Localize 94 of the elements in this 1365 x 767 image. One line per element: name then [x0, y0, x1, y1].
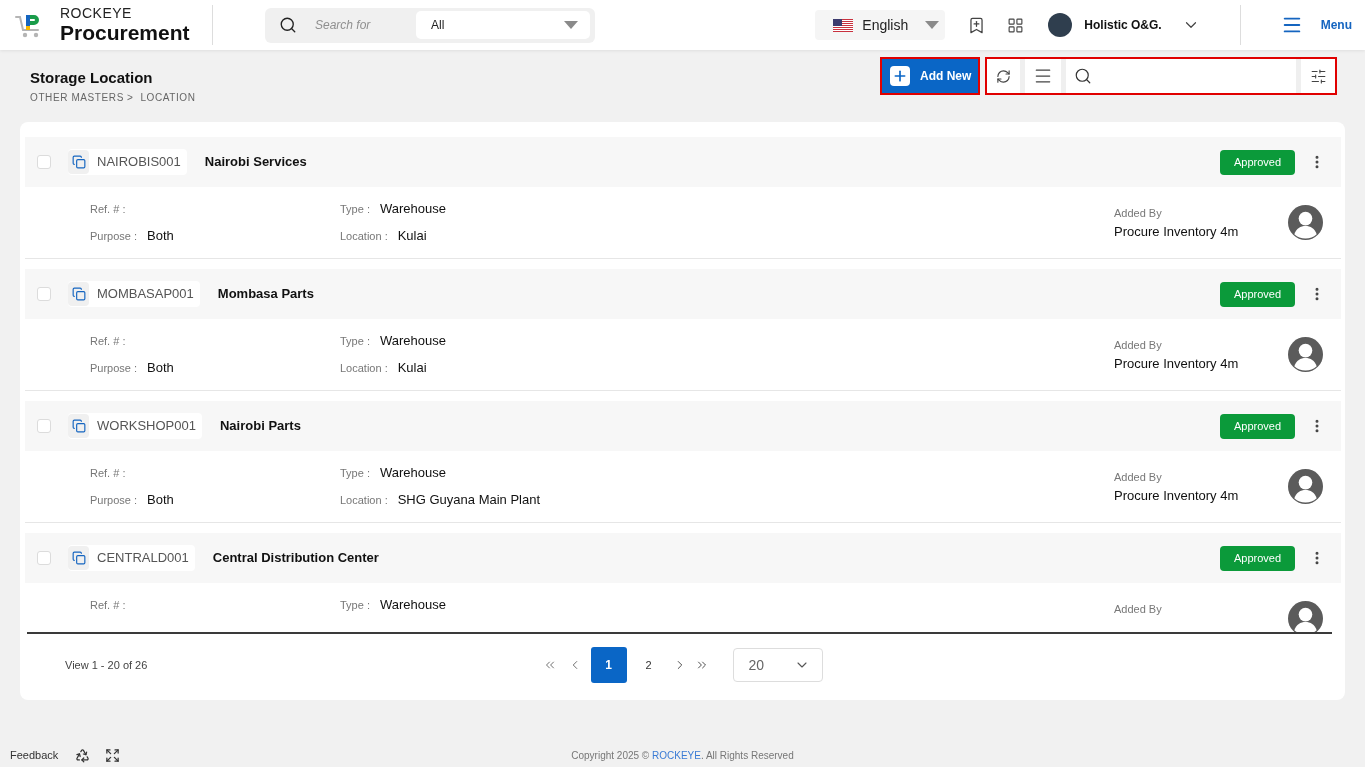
scope-select[interactable]: All	[416, 11, 590, 39]
row-checkbox[interactable]	[37, 155, 51, 169]
added-by-name: Procure Inventory 4m	[1114, 224, 1240, 240]
search-field[interactable]: Search for	[315, 16, 395, 34]
field-value: Kulai	[397, 227, 427, 246]
field-label: Purpose :	[90, 360, 138, 376]
fullscreen-icon[interactable]	[105, 747, 121, 763]
page-number-button[interactable]: 2	[630, 647, 667, 683]
field-label: Type :	[340, 333, 370, 349]
field-value: Both	[147, 491, 174, 510]
record-code: CENTRALD001	[97, 549, 189, 568]
filter-icon	[1309, 67, 1327, 85]
row-checkbox[interactable]	[37, 287, 51, 301]
user-avatar-icon	[1288, 469, 1323, 504]
field-label: Location :	[340, 228, 388, 244]
field-label: Purpose :	[90, 492, 138, 508]
user-avatar-icon	[1288, 337, 1323, 372]
breadcrumb-item[interactable]: OTHER MASTERS	[30, 92, 124, 104]
menu-label[interactable]: Menu	[1320, 16, 1352, 34]
user-name[interactable]: Holistic O&G.	[1084, 16, 1162, 34]
record-name: Nairobi Parts	[220, 417, 301, 436]
list-search-field[interactable]	[1066, 59, 1296, 93]
caret-down-icon	[564, 21, 578, 29]
record-count: View 1 - 20 of 26	[65, 657, 148, 673]
status-badge: Approved	[1220, 545, 1295, 571]
feedback-link[interactable]: Feedback	[10, 746, 59, 764]
filter-button[interactable]	[1301, 59, 1335, 93]
plus-icon	[890, 66, 910, 86]
caret-down-icon	[925, 21, 940, 29]
copy-icon[interactable]	[68, 150, 89, 174]
user-avatar-icon	[1288, 205, 1323, 240]
copy-icon[interactable]	[68, 282, 89, 306]
row-checkbox[interactable]	[37, 419, 51, 433]
field-value: Warehouse	[379, 596, 446, 615]
added-by-label: Added By	[1114, 470, 1163, 484]
field-label: Ref. # :	[90, 201, 126, 217]
field-value: Kulai	[397, 359, 427, 378]
field-label: Type :	[340, 201, 370, 217]
field-value: SHG Guyana Main Plant	[397, 491, 541, 510]
page-size-value: 20	[748, 655, 765, 675]
copyright-text: Copyright 2025 © ROCKEYE. All Rights Reserved	[571, 748, 794, 763]
field-label: Location :	[340, 360, 388, 376]
field-value: Warehouse	[379, 332, 446, 351]
added-by-label: Added By	[1114, 206, 1163, 220]
status-badge: Approved	[1220, 281, 1295, 307]
record-code: NAIROBIS001	[97, 153, 181, 172]
record-name: Nairobi Services	[204, 153, 307, 172]
page-number-button[interactable]: 1	[590, 647, 627, 683]
field-value: Both	[147, 227, 174, 246]
refresh-button[interactable]	[987, 59, 1020, 93]
field-label: Location :	[340, 492, 388, 508]
field-label: Purpose :	[90, 228, 138, 244]
copy-icon[interactable]	[68, 546, 89, 570]
record-code: MOMBASAP001	[97, 285, 194, 304]
recycle-icon[interactable]	[75, 747, 91, 763]
brand-label: ROCKEYE	[60, 5, 133, 21]
language-value: English	[862, 15, 909, 35]
added-by-name: Procure Inventory 4m	[1114, 356, 1240, 372]
page-size-select[interactable]: 20	[732, 648, 823, 682]
us-flag-icon	[833, 18, 854, 32]
copy-icon[interactable]	[68, 414, 89, 438]
field-label: Ref. # :	[90, 333, 126, 349]
status-badge: Approved	[1220, 413, 1295, 439]
add-new-button[interactable]: Add New	[882, 59, 978, 93]
field-label: Ref. # :	[90, 465, 126, 481]
scope-value: All	[431, 17, 445, 34]
app-title: Procurement	[60, 21, 191, 45]
field-value: Both	[147, 359, 174, 378]
field-value: Warehouse	[379, 464, 446, 483]
search-icon	[1074, 67, 1092, 85]
language-select[interactable]: English	[815, 10, 946, 40]
grid-icon[interactable]	[1007, 16, 1025, 34]
record-code: WORKSHOP001	[97, 417, 196, 436]
page-title: Storage Location	[30, 68, 154, 88]
field-value: Warehouse	[379, 200, 446, 219]
record-name: Central Distribution Center	[212, 549, 379, 568]
row-checkbox[interactable]	[37, 551, 51, 565]
user-avatar[interactable]	[1048, 13, 1073, 37]
refresh-icon	[996, 68, 1011, 84]
field-label: Type :	[340, 597, 370, 613]
added-by-name: Procure Inventory 4m	[1114, 488, 1240, 504]
status-badge: Approved	[1220, 149, 1295, 175]
field-label: Type :	[340, 465, 370, 481]
scrollbar-thumb[interactable]	[27, 632, 1332, 634]
added-by-label: Added By	[1114, 338, 1163, 352]
search-icon	[279, 16, 297, 34]
added-by-label: Added By	[1114, 602, 1163, 616]
rockeye-link[interactable]: ROCKEYE	[652, 749, 701, 761]
record-name: Mombasa Parts	[217, 285, 314, 304]
breadcrumb-item: LOCATION	[140, 92, 196, 104]
list-view-button[interactable]	[1025, 59, 1061, 93]
breadcrumb-separator: >	[126, 92, 134, 104]
user-avatar-icon	[1288, 601, 1323, 632]
field-label: Ref. # :	[90, 597, 126, 613]
